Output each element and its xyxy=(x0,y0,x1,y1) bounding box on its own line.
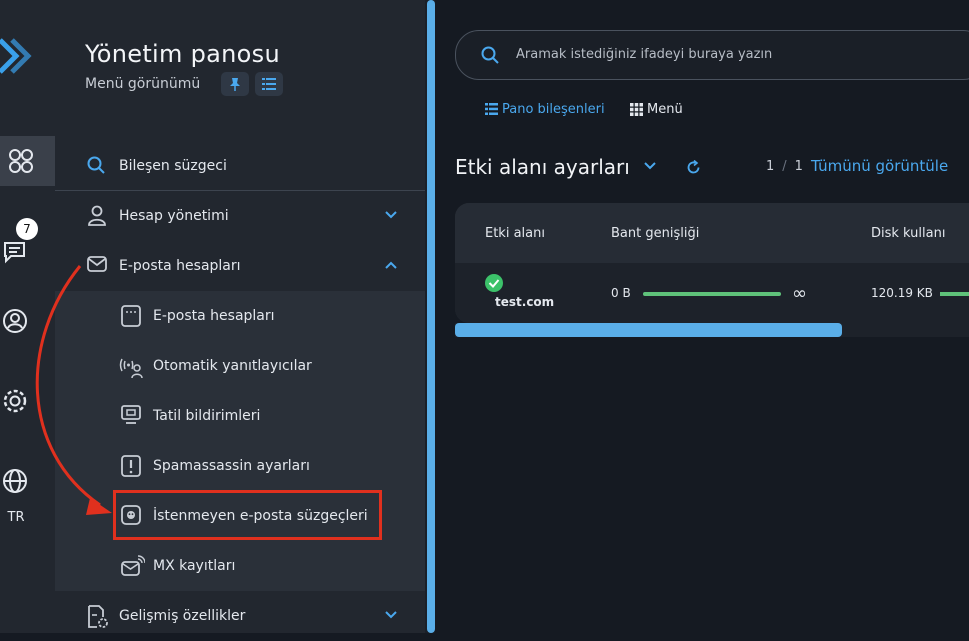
page-total: 1 xyxy=(794,159,803,174)
chevron-down-icon[interactable] xyxy=(644,162,656,170)
document-gear-icon xyxy=(88,605,108,628)
envelope-icon xyxy=(87,256,107,272)
user-circle-icon xyxy=(2,309,27,333)
nav-item-label: Gelişmiş özellikler xyxy=(119,608,246,624)
search-icon xyxy=(87,156,105,174)
menu-view-label: Menü görünümü xyxy=(85,76,201,92)
tab-dashboard-components[interactable]: Pano bileşenleri xyxy=(485,100,605,118)
sub-item-autoresponders[interactable]: Otomatik yanıtlayıcılar xyxy=(55,341,425,391)
pin-button[interactable] xyxy=(221,72,249,96)
refresh-icon[interactable] xyxy=(686,160,701,175)
bandwidth-bar xyxy=(643,292,781,296)
disk-usage-bar xyxy=(940,292,969,296)
sub-item-label: MX kayıtları xyxy=(153,558,236,574)
dashboard-button[interactable] xyxy=(0,136,55,186)
page-current: 1 xyxy=(766,159,775,174)
grid-icon xyxy=(630,102,643,116)
account-button[interactable] xyxy=(0,296,55,346)
search-placeholder: Aramak istediğiniz ifadeyi buraya yazın xyxy=(516,47,773,62)
mx-record-icon xyxy=(121,555,145,576)
highlight-box xyxy=(113,490,382,540)
sub-item-mx-records[interactable]: MX kayıtları xyxy=(55,541,425,591)
grid-icon xyxy=(8,149,33,173)
domain-name[interactable]: test.com xyxy=(495,295,554,309)
settings-button[interactable] xyxy=(0,376,55,426)
user-icon xyxy=(88,205,106,226)
sub-item-label: Tatil bildirimleri xyxy=(153,408,261,424)
sub-item-label: E-posta hesapları xyxy=(153,308,275,324)
sub-item-label: Otomatik yanıtlayıcılar xyxy=(153,358,312,374)
table-header: Etki alanı Bant genişliği Disk kullanı xyxy=(455,203,969,263)
component-filter[interactable]: Bileşen süzgeci xyxy=(55,140,425,191)
status-ok-icon xyxy=(485,274,503,292)
notification-badge: 7 xyxy=(16,218,38,240)
disk-used: 120.19 KB xyxy=(871,286,933,300)
global-search[interactable]: Aramak istediğiniz ifadeyi buraya yazın xyxy=(455,30,969,80)
list-icon xyxy=(485,103,498,115)
chevron-up-icon xyxy=(385,261,397,269)
section-title: Etki alanı ayarları xyxy=(455,155,630,179)
sub-item-spamassassin-settings[interactable]: Spamassassin ayarları xyxy=(55,441,425,491)
chevron-down-icon xyxy=(385,611,397,619)
chat-icon xyxy=(3,242,25,264)
component-filter-label: Bileşen süzgeci xyxy=(119,158,227,174)
globe-icon xyxy=(2,469,27,493)
sub-item-vacation-notices[interactable]: Tatil bildirimleri xyxy=(55,391,425,441)
tab-label: Menü xyxy=(647,101,683,117)
nav-item-email-accounts[interactable]: E-posta hesapları xyxy=(55,241,425,291)
view-all-link[interactable]: Tümünü görüntüle xyxy=(811,157,948,175)
domain-table: Etki alanı Bant genişliği Disk kullanı t… xyxy=(455,203,969,323)
monitor-icon xyxy=(121,405,141,424)
language-code[interactable]: TR xyxy=(0,510,32,525)
tab-label: Pano bileşenleri xyxy=(502,101,605,117)
column-header: Bant genişliği xyxy=(611,226,700,241)
mailbox-icon xyxy=(121,305,141,327)
bandwidth-used: 0 B xyxy=(611,286,631,300)
bandwidth-bar-fill xyxy=(643,292,781,296)
page-title: Yönetim panosu xyxy=(85,40,280,68)
nav-item-label: Hesap yönetimi xyxy=(119,208,229,224)
panel-scrollbar-thumb[interactable] xyxy=(427,0,435,633)
pagination: 1/1 xyxy=(766,159,803,174)
sub-item-label: Spamassassin ayarları xyxy=(153,458,310,474)
brand-logo-icon[interactable] xyxy=(0,36,32,76)
column-header: Etki alanı xyxy=(485,226,545,241)
language-button[interactable] xyxy=(0,456,55,506)
sub-item-email-accounts[interactable]: E-posta hesapları xyxy=(55,291,425,341)
nav-item-label: E-posta hesapları xyxy=(119,258,241,274)
alert-icon xyxy=(121,455,141,477)
search-icon xyxy=(481,46,499,64)
pin-icon xyxy=(230,78,240,91)
column-header: Disk kullanı xyxy=(871,226,946,241)
nav-item-account-management[interactable]: Hesap yönetimi xyxy=(55,191,425,241)
tab-menu[interactable]: Menü xyxy=(630,100,683,118)
table-row[interactable]: test.com 0 B ∞ 120.19 KB xyxy=(455,263,969,323)
bandwidth-limit: ∞ xyxy=(792,283,807,304)
email-accounts-submenu: E-posta hesapları Otomatik yanıtlayıcıla… xyxy=(55,291,425,591)
autoresponder-icon xyxy=(119,358,143,379)
chevron-down-icon xyxy=(385,211,397,219)
table-scrollbar-thumb[interactable] xyxy=(455,323,842,337)
nav-item-advanced-features[interactable]: Gelişmiş özellikler xyxy=(55,591,425,641)
list-icon xyxy=(262,78,276,90)
gear-icon xyxy=(3,389,26,413)
icon-rail: 7 TR xyxy=(0,0,55,633)
list-view-button[interactable] xyxy=(255,72,283,96)
